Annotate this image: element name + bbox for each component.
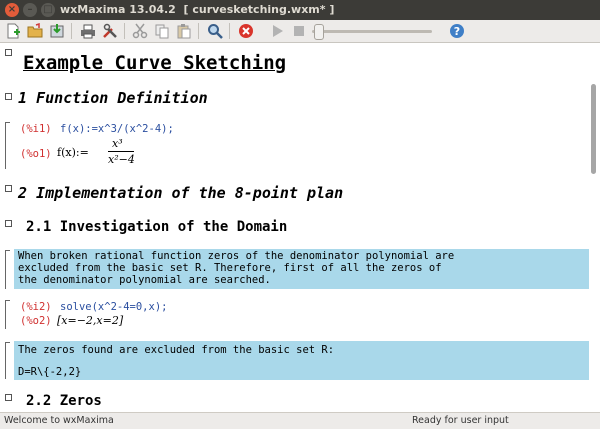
new-document-icon[interactable] <box>4 22 22 40</box>
help-icon[interactable]: ? <box>448 22 466 40</box>
toolbar-separator <box>71 23 72 39</box>
fraction-denominator: x²−4 <box>108 153 135 166</box>
input-label: (%i2) <box>20 301 52 313</box>
input-label: (%i1) <box>20 123 52 135</box>
cell-marker[interactable] <box>5 49 12 56</box>
fraction-bar <box>108 151 134 152</box>
status-message: Welcome to wxMaxima <box>4 415 114 426</box>
cell-bracket[interactable] <box>5 250 10 289</box>
output-lhs: f(x):= <box>57 146 89 159</box>
cut-icon[interactable] <box>131 22 149 40</box>
text-cell[interactable]: When broken rational function zeros of t… <box>14 249 600 289</box>
paste-icon[interactable] <box>175 22 193 40</box>
print-icon[interactable] <box>79 22 97 40</box>
scrollbar-thumb[interactable] <box>591 84 596 174</box>
toolbar-separator <box>229 23 230 39</box>
animation-slider-track[interactable] <box>312 30 432 33</box>
text-cell[interactable]: The zeros found are excluded from the ba… <box>14 341 600 380</box>
output-label: (%o1) <box>20 148 52 160</box>
text-line: excluded from the basic set R. Therefore… <box>18 262 442 274</box>
open-folder-icon[interactable] <box>26 22 44 40</box>
fraction-numerator: x³ <box>112 137 123 150</box>
section-heading-2[interactable]: 2 Implementation of the 8-point plan <box>18 184 343 202</box>
find-icon[interactable] <box>206 22 224 40</box>
output-expression: [x=−2,x=2] <box>57 314 124 327</box>
preferences-icon[interactable] <box>101 22 119 40</box>
save-icon[interactable] <box>48 22 66 40</box>
window-controls: × – □ <box>5 3 55 17</box>
text-line: D=R\{-2,2} <box>18 366 82 378</box>
toolbar-separator <box>124 23 125 39</box>
status-maxima-state: Ready for user input <box>412 415 509 426</box>
maximize-window-button[interactable]: □ <box>41 3 55 17</box>
cell-marker[interactable] <box>5 185 12 192</box>
document-title[interactable]: Example Curve Sketching <box>23 52 286 74</box>
svg-text:?: ? <box>454 25 460 38</box>
cell-marker[interactable] <box>5 394 12 401</box>
title-bar: × – □ wxMaxima 13.04.2 [ curvesketching.… <box>0 0 600 20</box>
status-bar: Welcome to wxMaxima Ready for user input <box>0 412 600 429</box>
toolbar-separator <box>198 23 199 39</box>
subsection-heading-2-1[interactable]: 2.1 Investigation of the Domain <box>26 219 287 235</box>
interrupt-icon[interactable] <box>237 22 255 40</box>
text-line: When broken rational function zeros of t… <box>18 250 455 262</box>
cell-bracket[interactable] <box>5 342 10 379</box>
close-window-button[interactable]: × <box>5 3 19 17</box>
cell-marker[interactable] <box>5 93 12 100</box>
input-expression[interactable]: f(x):=x^3/(x^2-4); <box>60 123 174 135</box>
text-line: the denominator polynomial are searched. <box>18 274 271 286</box>
cell-bracket[interactable] <box>5 300 10 329</box>
cell-marker[interactable] <box>5 220 12 227</box>
animation-slider-handle[interactable] <box>314 24 324 40</box>
section-heading-1[interactable]: 1 Function Definition <box>18 89 208 107</box>
text-line: The zeros found are excluded from the ba… <box>18 344 335 356</box>
output-fraction: x³ x²−4 <box>108 137 138 169</box>
cell-bracket[interactable] <box>5 122 10 169</box>
stop-icon[interactable] <box>290 22 308 40</box>
toolbar: ? <box>0 20 600 43</box>
worksheet[interactable]: Example Curve Sketching 1 Function Defin… <box>0 43 600 412</box>
subsection-heading-2-2[interactable]: 2.2 Zeros <box>26 393 102 409</box>
input-expression[interactable]: solve(x^2-4=0,x); <box>60 301 167 313</box>
play-icon[interactable] <box>268 22 286 40</box>
copy-icon[interactable] <box>153 22 171 40</box>
minimize-window-button[interactable]: – <box>23 3 37 17</box>
output-label: (%o2) <box>20 315 52 327</box>
window-title: wxMaxima 13.04.2 [ curvesketching.wxm* ] <box>60 3 335 16</box>
